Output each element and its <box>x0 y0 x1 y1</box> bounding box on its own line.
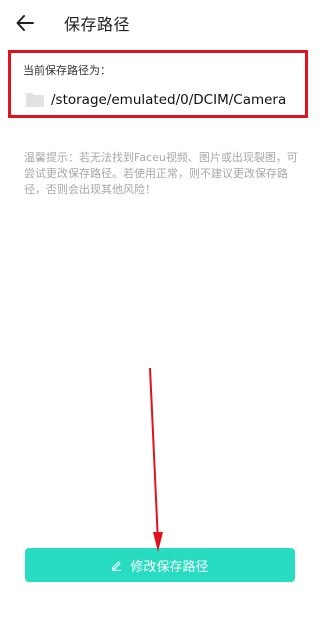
warning-tip: 温馨提示：若无法找到Faceu视频、图片或出现裂图，可尝试更改保存路径。若使用正… <box>24 151 298 196</box>
arrow-left-icon <box>16 15 34 31</box>
back-button[interactable] <box>8 6 42 40</box>
current-path-label: 当前保存路径为： <box>23 64 111 77</box>
current-path-panel: 当前保存路径为： /storage/emulated/0/DCIM/Camera <box>8 50 308 118</box>
save-path-screen: 保存路径 当前保存路径为： /storage/emulated/0/DCIM/C… <box>0 0 320 620</box>
page-title: 保存路径 <box>64 15 131 34</box>
modify-path-button[interactable]: 修改保存路径 <box>25 548 295 582</box>
modify-path-label: 修改保存路径 <box>130 559 209 575</box>
pencil-icon <box>112 560 122 571</box>
header-bar: 保存路径 <box>0 0 320 46</box>
folder-icon <box>26 93 44 107</box>
current-path-value: /storage/emulated/0/DCIM/Camera <box>51 92 287 108</box>
